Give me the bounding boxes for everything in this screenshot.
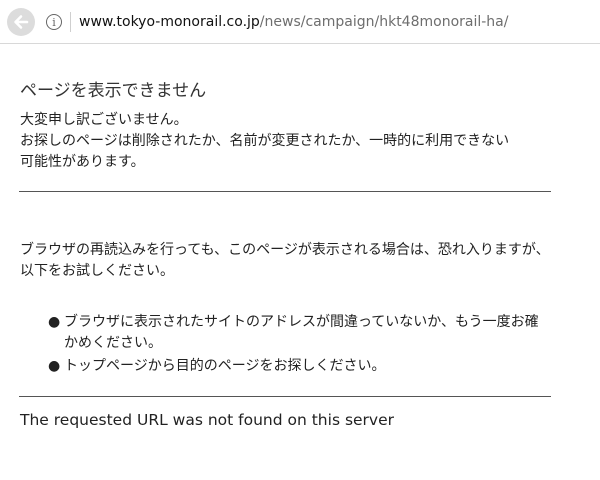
- url-path: /news/campaign/hkt48monorail-ha/: [259, 14, 509, 30]
- advice-text: ブラウザの再読込みを行っても、このページが表示される場合は、恐れ入りますが、以下…: [20, 242, 550, 279]
- back-button[interactable]: [7, 8, 35, 36]
- apology-text: 大変申し訳ございません。: [20, 112, 188, 128]
- divider-bottom: [19, 396, 551, 397]
- tips-list: ● ブラウザに表示されたサイトのアドレスが間違っていないか、もう一度お確かめくだ…: [48, 312, 548, 379]
- list-item: ● ブラウザに表示されたサイトのアドレスが間違っていないか、もう一度お確かめくだ…: [48, 312, 548, 354]
- browser-toolbar: i www.tokyo-monorail.co.jp/news/campaign…: [0, 0, 600, 44]
- list-item: ● トップページから目的のページをお探しください。: [48, 356, 548, 377]
- server-message: The requested URL was not found on this …: [20, 411, 395, 429]
- address-divider: [70, 12, 71, 32]
- error-message: ページを表示できません 大変申し訳ございません。 お探しのページは削除されたか、…: [20, 78, 560, 173]
- bullet-icon: ●: [48, 314, 61, 330]
- url-text[interactable]: www.tokyo-monorail.co.jp/news/campaign/h…: [79, 14, 508, 30]
- explanation-line-2: 可能性があります。: [20, 154, 145, 170]
- page-title: ページを表示できません: [20, 81, 207, 101]
- divider-top: [19, 191, 551, 192]
- info-icon[interactable]: i: [46, 14, 62, 30]
- tip-text: ブラウザに表示されたサイトのアドレスが間違っていないか、もう一度お確かめください…: [64, 314, 539, 351]
- url-host: www.tokyo-monorail.co.jp: [79, 14, 260, 30]
- tip-text: トップページから目的のページをお探しください。: [64, 358, 386, 374]
- explanation-line-1: お探しのページは削除されたか、名前が変更されたか、一時的に利用できない: [20, 133, 510, 149]
- arrow-left-icon: [14, 15, 29, 29]
- bullet-icon: ●: [48, 358, 61, 374]
- address-bar[interactable]: i www.tokyo-monorail.co.jp/news/campaign…: [40, 6, 600, 38]
